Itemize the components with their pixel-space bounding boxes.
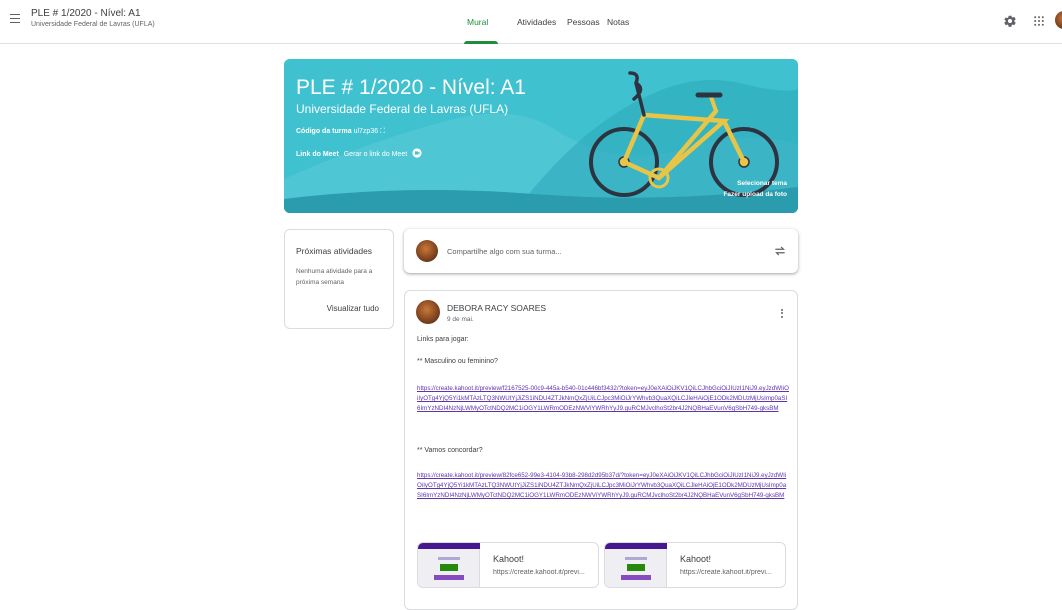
post-author: DEBORA RACY SOARES (447, 303, 547, 313)
top-bar: PLE # 1/2020 - Nível: A1 Universidade Fe… (0, 0, 1062, 44)
apps-grid-icon[interactable] (1032, 14, 1046, 28)
tab-atividades[interactable]: Atividades (517, 17, 556, 27)
class-code-value[interactable]: ul7zp36 (354, 128, 379, 135)
class-code: Código da turma ul7zp36 ⛶ (296, 128, 385, 136)
attachment-url: https://create.kahoot.it/previ... (680, 569, 772, 576)
attachment-url: https://create.kahoot.it/previ... (493, 569, 585, 576)
view-all-link[interactable]: Visualizar tudo (327, 304, 379, 313)
repost-icon[interactable] (773, 244, 787, 258)
attachment-card[interactable]: Kahoot! https://create.kahoot.it/previ..… (417, 542, 599, 588)
post-link-2[interactable]: https://create.kahoot.it/preview/82fce65… (417, 471, 789, 501)
active-tab-indicator (464, 41, 498, 44)
attachment-thumbnail (605, 543, 667, 587)
tab-mural[interactable]: Mural (467, 17, 488, 27)
class-code-label: Código da turma (296, 128, 352, 135)
header-class-title[interactable]: PLE # 1/2020 - Nível: A1 (31, 8, 141, 19)
avatar (416, 300, 440, 324)
upcoming-empty-text: Nenhuma atividade para a próxima semana (296, 268, 373, 286)
menu-icon[interactable] (6, 11, 24, 29)
post-item-2: ** Vamos concordar? (417, 447, 483, 454)
select-theme-link[interactable]: Selecionar tema (737, 180, 787, 187)
header-class-subtitle: Universidade Federal de Lavras (UFLA) (31, 21, 155, 28)
fullscreen-icon[interactable]: ⛶ (380, 128, 385, 135)
banner-title: PLE # 1/2020 - Nível: A1 (296, 76, 526, 99)
attachment-title: Kahoot! (680, 554, 712, 564)
meet-label: Link do Meet (296, 151, 339, 158)
post-date: 9 de mai. (447, 316, 474, 323)
attachment-thumbnail (418, 543, 480, 587)
tab-notas[interactable]: Notas (607, 17, 629, 27)
post-link-1[interactable]: https://create.kahoot.it/preview/f216752… (417, 384, 789, 414)
avatar (416, 240, 438, 262)
post-intro: Links para jogar: (417, 336, 469, 343)
banner-subtitle: Universidade Federal de Lavras (UFLA) (296, 102, 509, 116)
upcoming-title: Próximas atividades (296, 246, 373, 256)
upcoming-card: Próximas atividades Nenhuma atividade pa… (284, 229, 394, 329)
tab-pessoas[interactable]: Pessoas (567, 17, 600, 27)
gear-icon[interactable] (1003, 14, 1017, 28)
post-card: DEBORA RACY SOARES 9 de mai. Links para … (404, 290, 798, 610)
more-options-icon[interactable] (779, 307, 785, 321)
class-banner: PLE # 1/2020 - Nível: A1 Universidade Fe… (284, 59, 798, 213)
account-avatar[interactable] (1055, 11, 1062, 29)
share-box[interactable]: Compartilhe algo com sua turma... (404, 229, 798, 273)
generate-meet-link[interactable]: Gerar o link do Meet (344, 151, 407, 158)
share-input[interactable]: Compartilhe algo com sua turma... (447, 247, 562, 256)
attachment-card[interactable]: Kahoot! https://create.kahoot.it/previ..… (604, 542, 786, 588)
post-item-1: ** Masculino ou feminino? (417, 358, 498, 365)
meet-row: Link do Meet Gerar o link do Meet (296, 148, 422, 158)
upload-photo-link[interactable]: Fazer upload da foto (723, 191, 787, 198)
meet-icon[interactable] (412, 148, 422, 158)
attachment-title: Kahoot! (493, 554, 525, 564)
